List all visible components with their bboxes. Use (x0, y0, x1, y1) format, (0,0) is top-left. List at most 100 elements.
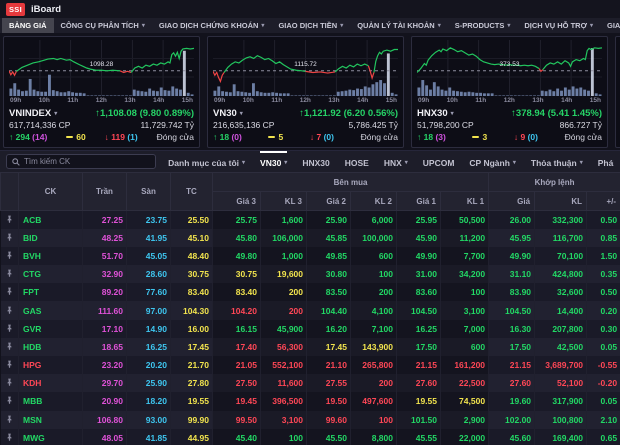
pin-cell[interactable] (1, 211, 19, 229)
cell-match-price[interactable]: 45.60 (489, 429, 535, 445)
cell-bid-price3[interactable]: 99.50 (213, 411, 261, 429)
cell-match-price[interactable]: 31.10 (489, 265, 535, 283)
nav-item-s-products[interactable]: S-PRODUCTS▾ (448, 18, 518, 33)
cell-match-price[interactable]: 102.00 (489, 411, 535, 429)
cell-bid-price1[interactable]: 27.60 (397, 374, 441, 392)
pin-cell[interactable] (1, 320, 19, 338)
ticker-cell[interactable]: BVH (19, 247, 83, 265)
ticker-cell[interactable]: KDH (19, 374, 83, 392)
ticker-cell[interactable]: MWG (19, 429, 83, 445)
cell-bid-price2[interactable]: 27.55 (307, 374, 351, 392)
cell-bid-price2[interactable]: 83.50 (307, 283, 351, 301)
cell-bid-price2[interactable]: 49.85 (307, 247, 351, 265)
cell-bid-price1[interactable]: 49.90 (397, 247, 441, 265)
nav-item-giao-dich-chung-khoan[interactable]: GIAO DỊCH CHỨNG KHOÁN▾ (152, 18, 272, 33)
table-row[interactable]: BID48.2541.9545.1045.80106,00045.85100,0… (1, 229, 620, 247)
pin-cell[interactable] (1, 338, 19, 356)
cell-bid-price1[interactable]: 45.90 (397, 229, 441, 247)
pin-cell[interactable] (1, 356, 19, 374)
cell-bid-price3[interactable]: 27.50 (213, 374, 261, 392)
cell-match-price[interactable]: 27.60 (489, 374, 535, 392)
cell-bid-price1[interactable]: 19.55 (397, 392, 441, 410)
table-row[interactable]: MWG48.0541.8544.9545.4010045.508,80045.5… (1, 429, 620, 445)
cell-bid-price3[interactable]: 21.05 (213, 356, 261, 374)
ticker-cell[interactable]: MBB (19, 392, 83, 410)
ticker-cell[interactable]: HDB (19, 338, 83, 356)
cell-bid-price3[interactable]: 30.75 (213, 265, 261, 283)
ticker-cell[interactable]: FPT (19, 283, 83, 301)
pin-cell[interactable] (1, 429, 19, 445)
cell-bid-price3[interactable]: 25.75 (213, 211, 261, 229)
ticker-cell[interactable]: HPG (19, 356, 83, 374)
cell-bid-price2[interactable]: 45.85 (307, 229, 351, 247)
table-row[interactable]: MBB20.9018.2019.5519.45396,50019.50497,6… (1, 392, 620, 410)
tab-phai-sinh[interactable]: Phái sinh▾ (598, 151, 614, 172)
cell-bid-price3[interactable]: 83.40 (213, 283, 261, 301)
tab-danh-muc-cua-toi[interactable]: Danh mục của tôi▾ (168, 151, 245, 172)
pin-cell[interactable] (1, 411, 19, 429)
pin-cell[interactable] (1, 374, 19, 392)
table-row[interactable]: HDB18.6516.2517.4517.4056,30017.45143,90… (1, 338, 620, 356)
tab-upcom[interactable]: UPCOM (423, 151, 455, 172)
table-row[interactable]: GAS111.6097.00104.30104.20200104.404,100… (1, 301, 620, 319)
tab-cp-nganh[interactable]: CP Ngành▾ (469, 151, 515, 172)
cell-bid-price1[interactable]: 45.55 (397, 429, 441, 445)
cell-bid-price1[interactable]: 31.00 (397, 265, 441, 283)
tab-hnx30[interactable]: HNX30 (302, 151, 329, 172)
cell-bid-price1[interactable]: 104.50 (397, 301, 441, 319)
cell-bid-price2[interactable]: 45.50 (307, 429, 351, 445)
cell-match-price[interactable]: 104.50 (489, 301, 535, 319)
cell-match-price[interactable]: 19.60 (489, 392, 535, 410)
index-name-button[interactable]: VN30▾ (213, 108, 243, 119)
pin-cell[interactable] (1, 283, 19, 301)
table-row[interactable]: FPT89.2077.6083.4083.4020083.5020083.601… (1, 283, 620, 301)
cell-bid-price1[interactable]: 16.25 (397, 320, 441, 338)
nav-item-giao-dien-cua-toi[interactable]: GIAO DIỆN CỦA TÔI (600, 18, 620, 33)
cell-bid-price1[interactable]: 83.60 (397, 283, 441, 301)
cell-bid-price1[interactable]: 25.95 (397, 211, 441, 229)
cell-bid-price3[interactable]: 16.15 (213, 320, 261, 338)
ticker-cell[interactable]: ACB (19, 211, 83, 229)
table-row[interactable]: BVH51.7045.0548.4049.801,00049.8560049.9… (1, 247, 620, 265)
pin-cell[interactable] (1, 265, 19, 283)
pin-cell[interactable] (1, 247, 19, 265)
cell-bid-price3[interactable]: 45.40 (213, 429, 261, 445)
cell-bid-price2[interactable]: 17.45 (307, 338, 351, 356)
tab-hnx[interactable]: HNX▾ (384, 151, 408, 172)
ticker-cell[interactable]: GAS (19, 301, 83, 319)
table-row[interactable]: GVR17.1014.9016.0016.1545,90016.207,1001… (1, 320, 620, 338)
cell-bid-price3[interactable]: 45.80 (213, 229, 261, 247)
ticker-cell[interactable]: CTG (19, 265, 83, 283)
tab-vn30[interactable]: VN30▾ (260, 151, 287, 172)
cell-bid-price2[interactable]: 99.60 (307, 411, 351, 429)
table-row[interactable]: HPG23.2020.2021.7021.05552,10021.10265,8… (1, 356, 620, 374)
cell-bid-price3[interactable]: 17.40 (213, 338, 261, 356)
cell-bid-price1[interactable]: 101.50 (397, 411, 441, 429)
cell-match-price[interactable]: 45.95 (489, 229, 535, 247)
tab-hose[interactable]: HOSE (345, 151, 369, 172)
cell-match-price[interactable]: 17.50 (489, 338, 535, 356)
nav-item-bang-gia[interactable]: BẢNG GIÁ (2, 18, 54, 33)
search-input[interactable] (24, 157, 150, 166)
cell-match-price[interactable]: 26.00 (489, 211, 535, 229)
cell-bid-price1[interactable]: 21.15 (397, 356, 441, 374)
ticker-cell[interactable]: MSN (19, 411, 83, 429)
table-row[interactable]: KDH29.7025.9027.8027.5011,60027.5520027.… (1, 374, 620, 392)
table-row[interactable]: MSN106.8093.0099.9099.503,10099.60100101… (1, 411, 620, 429)
index-name-button[interactable]: VNINDEX▾ (9, 108, 57, 119)
pin-cell[interactable] (1, 392, 19, 410)
nav-item-quan-ly-tai-khoan[interactable]: QUẢN LÝ TÀI KHOẢN▾ (350, 18, 448, 33)
nav-item-giao-dich-tien[interactable]: GIAO DỊCH TIỀN▾ (271, 18, 350, 33)
pin-cell[interactable] (1, 301, 19, 319)
ticker-cell[interactable]: BID (19, 229, 83, 247)
cell-match-price[interactable]: 21.15 (489, 356, 535, 374)
cell-match-price[interactable]: 49.90 (489, 247, 535, 265)
nav-item-dich-vu-ho-tro[interactable]: DỊCH VỤ HỖ TRỢ▾ (517, 18, 600, 33)
cell-bid-price3[interactable]: 49.80 (213, 247, 261, 265)
cell-bid-price2[interactable]: 16.20 (307, 320, 351, 338)
ticker-cell[interactable]: GVR (19, 320, 83, 338)
table-row[interactable]: CTG32.9028.6030.7530.7519,60030.8010031.… (1, 265, 620, 283)
tab-thoa-thuan[interactable]: Thỏa thuận▾ (531, 151, 583, 172)
cell-bid-price3[interactable]: 19.45 (213, 392, 261, 410)
search-box[interactable] (6, 154, 156, 169)
